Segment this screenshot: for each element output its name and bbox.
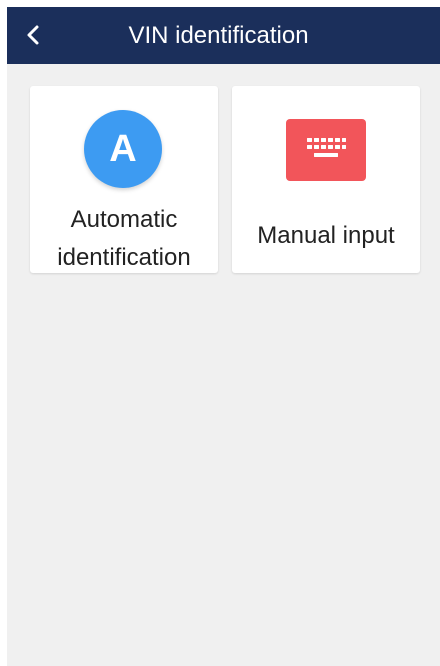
label-line-2: identification	[57, 244, 191, 271]
vin-identification-screen: VIN identification A Automatic identific…	[7, 7, 440, 666]
keyboard-icon	[286, 119, 366, 181]
automatic-identification-card[interactable]: A Automatic identification	[30, 86, 218, 273]
top-bar: VIN identification	[7, 7, 440, 64]
manual-input-label: Manual input	[257, 222, 395, 249]
manual-input-card[interactable]: Manual input	[232, 86, 420, 273]
automatic-identification-label: Automatic identification	[30, 201, 218, 277]
keyboard-glyph	[307, 138, 346, 157]
label-line-1: Automatic	[70, 206, 178, 233]
page-title: VIN identification	[128, 22, 309, 49]
letter-a-circle-icon: A	[84, 110, 162, 188]
